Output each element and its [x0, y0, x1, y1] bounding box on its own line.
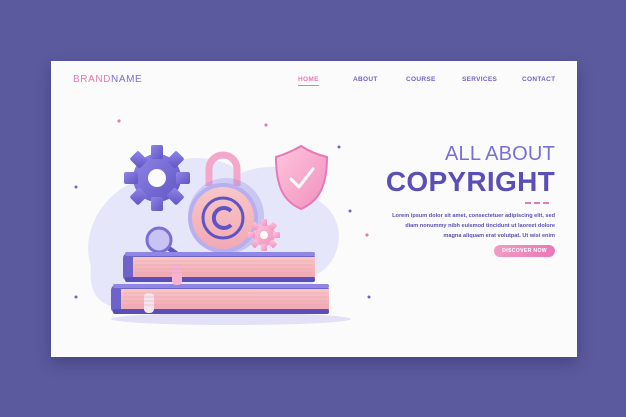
- hero-description-line: magna aliquam erat volutpat. Ut wisi eni…: [443, 233, 555, 239]
- hero-description-line: Lorem ipsum dolor sit amet, consectetuer…: [392, 213, 555, 219]
- hero-title-line2: COPYRIGHT: [385, 166, 555, 197]
- nav-services[interactable]: SERVICES: [462, 76, 497, 83]
- nav-contact[interactable]: CONTACT: [522, 76, 555, 83]
- small-gear-icon: [248, 219, 280, 251]
- title-divider: [525, 202, 551, 204]
- hero-description: Lorem ipsum dolor sit amet, consectetuer…: [385, 211, 555, 241]
- ground-shadow: [111, 313, 351, 325]
- nav-course[interactable]: COURSE: [406, 76, 436, 83]
- discover-now-button[interactable]: DISCOVER NOW: [494, 245, 555, 257]
- hero-title-line1: ALL ABOUT: [445, 143, 555, 165]
- copyright-icon: [188, 183, 258, 253]
- gear-icon: [124, 145, 190, 211]
- hero-description-line: diam nonummy nibh euismod tincidunt ut l…: [405, 223, 555, 229]
- copyright-illustration: [74, 119, 371, 325]
- landing-card: BRANDNAME HOME ABOUT COURSE SERVICES CON…: [51, 61, 577, 357]
